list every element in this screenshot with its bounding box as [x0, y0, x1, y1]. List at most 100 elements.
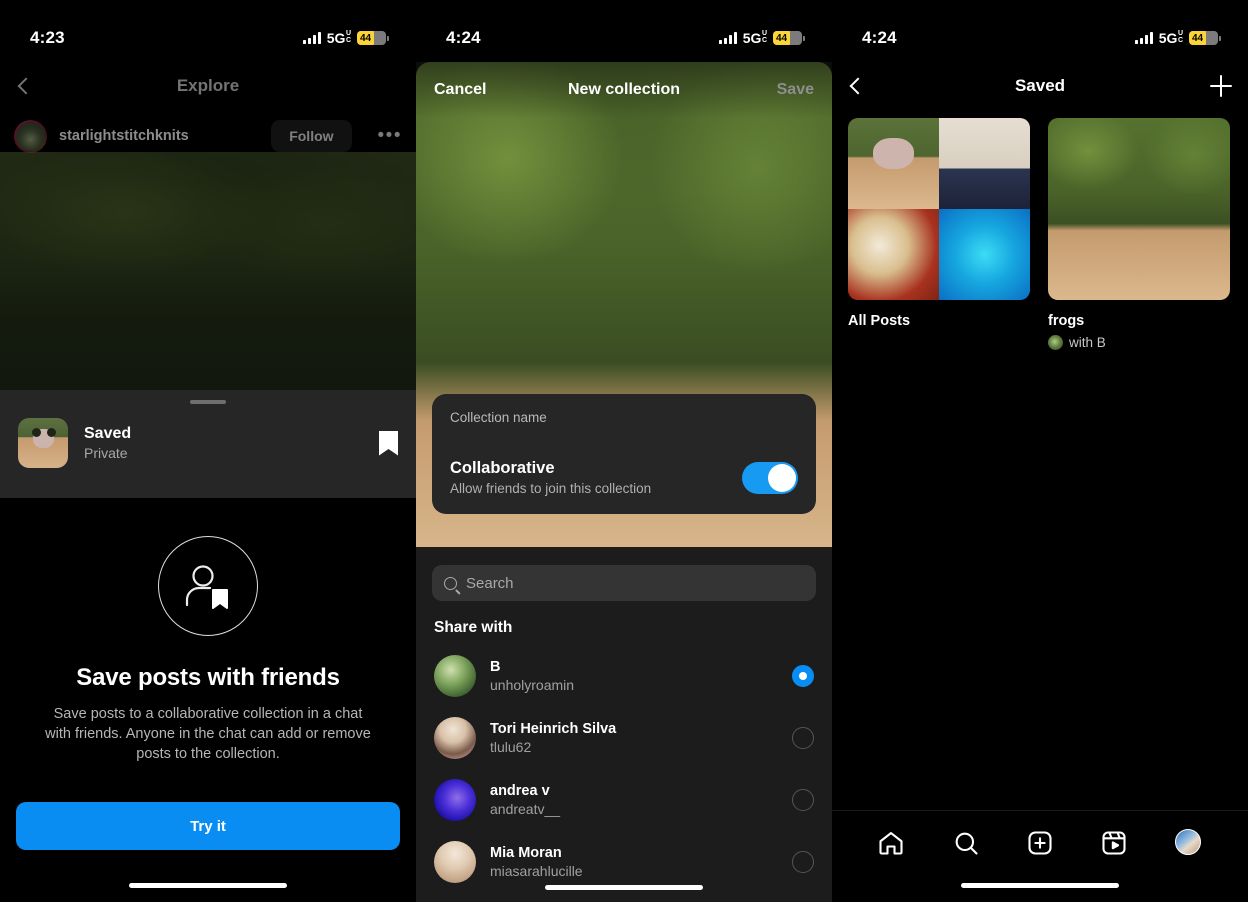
plus-icon[interactable]	[1210, 75, 1232, 97]
home-indicator[interactable]	[129, 883, 287, 888]
select-radio[interactable]	[792, 665, 814, 687]
battery-percent: 44	[776, 32, 788, 44]
new-collection-navbar: Cancel New collection Save	[416, 62, 832, 118]
more-options-icon[interactable]: •••	[378, 126, 402, 145]
select-radio[interactable]	[792, 789, 814, 811]
collaborative-label: Collaborative	[450, 459, 555, 477]
list-item[interactable]: B unholyroamin	[416, 645, 832, 707]
saved-collection-row[interactable]: Saved Private	[0, 404, 416, 486]
avatar	[434, 717, 476, 759]
battery-icon: 44	[773, 31, 805, 45]
status-indicators: 5G UC 44	[302, 30, 389, 46]
status-time: 4:24	[862, 28, 897, 47]
promo-body: Save posts to a collaborative collection…	[45, 706, 371, 762]
network-label: 5G UC	[743, 30, 767, 46]
panel-explore-saved: 4:23 5G UC 44 Explore starlightstitchkni…	[0, 0, 416, 902]
signal-bars-icon	[718, 32, 737, 44]
signal-bars-icon	[302, 32, 321, 44]
saved-title: Saved	[84, 425, 132, 442]
list-item[interactable]: andrea v andreatv__	[416, 769, 832, 831]
network-label: 5G UC	[327, 30, 351, 46]
search-icon	[444, 576, 457, 590]
profile-avatar[interactable]	[1174, 829, 1203, 857]
share-section: Search Share with B unholyroamin Tori He…	[416, 547, 832, 902]
collection-collaborator: with B	[1048, 335, 1230, 350]
page-title: Explore	[176, 76, 240, 95]
collection-name-input[interactable]: Collection name	[432, 394, 816, 459]
search-icon[interactable]	[952, 829, 980, 857]
person-name: B	[490, 659, 501, 675]
collaborator-avatar	[1048, 335, 1063, 350]
page-title: New collection	[567, 81, 681, 98]
network-sub: UC	[1177, 30, 1183, 44]
list-item[interactable]: Mia Moran miasarahlucille	[416, 831, 832, 893]
saved-thumbnail	[18, 418, 68, 468]
collaborative-sublabel: Allow friends to join this collection	[450, 481, 652, 496]
avatar	[434, 655, 476, 697]
thumb-frog	[848, 118, 939, 209]
network-sub: UC	[345, 30, 351, 44]
person-name: Mia Moran	[490, 845, 562, 861]
saved-subtitle: Private	[84, 445, 128, 461]
share-with-header: Share with	[434, 619, 513, 636]
avatar	[434, 841, 476, 883]
panel1-header: 4:23 5G UC 44 Explore starlightstitchkni…	[0, 0, 416, 380]
collection-form-card: Collection name Collaborative Allow frie…	[432, 394, 816, 514]
select-radio[interactable]	[792, 851, 814, 873]
battery-icon: 44	[357, 31, 389, 45]
collection-cover-single	[1048, 118, 1230, 300]
bookmark-filled-icon[interactable]	[379, 430, 398, 456]
collection-cover-grid	[848, 118, 1030, 300]
panel-new-collection: 4:24 5G UC 44 Cancel New collection Save	[416, 0, 832, 902]
page-title: Saved	[1014, 76, 1066, 95]
screenshot-root: 4:23 5G UC 44 Explore starlightstitchkni…	[0, 0, 1248, 902]
try-it-button[interactable]: Try it	[16, 802, 400, 850]
create-icon[interactable]	[1026, 829, 1054, 857]
status-bar: 4:23 5G UC 44	[0, 0, 416, 62]
search-placeholder: Search	[466, 574, 514, 592]
network-type: 5G	[326, 30, 346, 46]
network-label: 5G UC	[1159, 30, 1183, 46]
status-indicators: 5G UC 44	[718, 30, 805, 46]
person-handle: miasarahlucille	[490, 863, 583, 879]
collaborative-promo: Save posts with friends Save posts to a …	[0, 498, 416, 902]
avatar[interactable]	[14, 119, 47, 153]
network-sub: UC	[761, 30, 767, 44]
person-name: Tori Heinrich Silva	[490, 721, 617, 737]
collaborator-label: with B	[1069, 335, 1106, 350]
person-handle: andreatv__	[490, 801, 561, 817]
search-input[interactable]: Search	[432, 565, 816, 601]
thumb-blue-gradient	[939, 209, 1030, 300]
person-handle: unholyroamin	[490, 677, 575, 693]
collaborative-toggle[interactable]	[742, 461, 798, 494]
chevron-left-icon[interactable]	[849, 77, 867, 95]
status-indicators: 5G UC 44	[1134, 30, 1221, 46]
battery-icon: 44	[1189, 31, 1221, 45]
status-bar: 4:24 5G UC 44	[832, 0, 1248, 62]
home-icon[interactable]	[877, 829, 905, 857]
reels-icon[interactable]	[1100, 829, 1128, 857]
status-time: 4:24	[446, 28, 481, 47]
save-sheet: Saved Private	[0, 390, 416, 498]
author-username[interactable]: starlightstitchknits	[59, 128, 189, 144]
person-handle: tlulu62	[490, 739, 532, 755]
collection-card-all-posts[interactable]: All Posts	[848, 118, 1030, 350]
thumb-video-call	[939, 118, 1030, 209]
person-name: andrea v	[490, 783, 550, 799]
collection-card-frogs[interactable]: frogs with B	[1048, 118, 1230, 350]
signal-bars-icon	[1134, 32, 1153, 44]
avatar	[434, 779, 476, 821]
list-item[interactable]: Tori Heinrich Silva tlulu62	[416, 707, 832, 769]
post-author-row: starlightstitchknits Follow •••	[0, 110, 416, 162]
chevron-left-icon[interactable]	[17, 77, 35, 95]
select-radio[interactable]	[792, 727, 814, 749]
follow-button[interactable]: Follow	[271, 120, 352, 152]
collections-grid: All Posts frogs with B	[832, 110, 1248, 350]
promo-title: Save posts with friends	[76, 664, 340, 691]
home-indicator[interactable]	[545, 885, 703, 890]
network-type: 5G	[742, 30, 762, 46]
status-time: 4:23	[30, 28, 65, 47]
home-indicator[interactable]	[961, 883, 1119, 888]
battery-percent: 44	[360, 32, 372, 44]
thumb-food	[848, 209, 939, 300]
